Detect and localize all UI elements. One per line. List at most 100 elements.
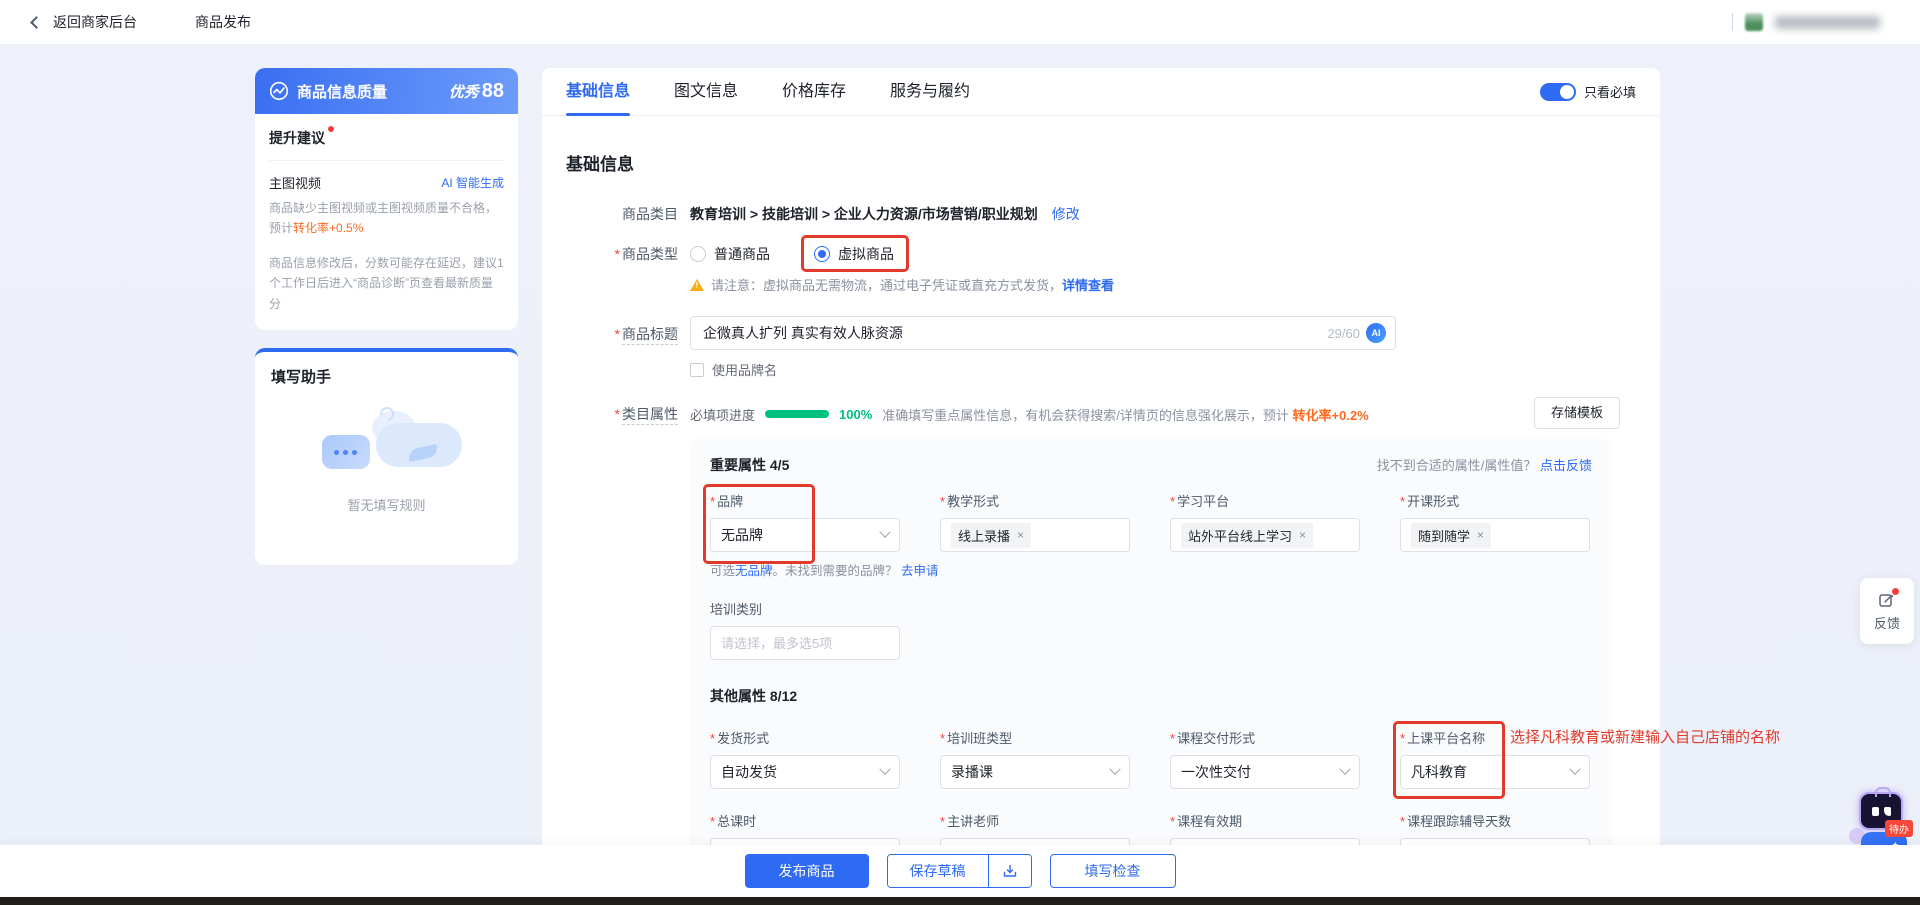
field-class-type: *培训班类型 录播课 <box>940 728 1130 789</box>
red-dot-badge <box>328 126 334 132</box>
bottom-dark-strip <box>0 897 1920 905</box>
topbar-divider <box>1732 13 1733 31</box>
learning-platform-label: *学习平台 <box>1170 491 1360 510</box>
save-template-button[interactable]: 存储模板 <box>1534 397 1620 429</box>
form-tabbar: 基础信息 图文信息 价格库存 服务与履约 只看必填 <box>542 68 1660 116</box>
back-chevron-icon[interactable] <box>30 16 43 29</box>
teacher-label: *主讲老师 <box>940 811 1130 830</box>
page-title: 商品发布 <box>195 12 251 32</box>
feedback-float-button[interactable]: 反馈 <box>1860 578 1914 644</box>
radio-virtual-product[interactable]: 虚拟商品 <box>814 244 894 264</box>
helper-empty-text: 暂无填写规则 <box>271 495 502 514</box>
quality-score: 优秀 88 <box>449 80 504 103</box>
chevron-down-icon <box>1569 764 1580 775</box>
progress-value: 100% <box>839 407 872 422</box>
back-to-merchant-link[interactable]: 返回商家后台 <box>53 12 137 32</box>
row-product-type: *商品类型 普通商品 虚拟商品 请注意：虚拟商品无需物流，通过电子凭证或直充 <box>566 243 1636 294</box>
footer-action-bar: 发布商品 保存草稿 填写检查 <box>0 845 1920 897</box>
warning-triangle-icon <box>690 279 704 291</box>
remove-tag-icon[interactable]: × <box>1017 528 1024 542</box>
selected-tag[interactable]: 随到随学× <box>1411 523 1491 548</box>
required-only-toggle[interactable] <box>1540 83 1576 101</box>
product-title-label: *商品标题 <box>566 316 678 379</box>
tab-basic-info[interactable]: 基础信息 <box>566 68 630 116</box>
quality-note: 商品信息修改后，分数可能存在延迟，建议1个工作日后进入“商品诊断”页查看最新质量… <box>269 253 504 314</box>
use-brand-name-label: 使用品牌名 <box>712 360 777 379</box>
field-brand: *品牌 无品牌 <box>710 491 900 552</box>
no-brand-link[interactable]: 无品牌 <box>735 564 773 578</box>
course-start-form-select[interactable]: 随到随学× <box>1400 518 1590 552</box>
feedback-label: 反馈 <box>1874 613 1900 632</box>
class-type-label: *培训班类型 <box>940 728 1130 747</box>
use-brand-name-checkbox[interactable] <box>690 363 704 377</box>
other-attrs-title: 其他属性 8/12 <box>710 686 1592 706</box>
toggle-knob <box>1560 85 1574 99</box>
save-tray-icon <box>1002 863 1018 879</box>
product-title-input[interactable] <box>690 316 1396 350</box>
advice-description: 商品缺少主图视频或主图视频质量不合格，预计转化率+0.5% <box>269 198 504 239</box>
tab-price-stock[interactable]: 价格库存 <box>782 68 846 116</box>
teaching-form-label: *教学形式 <box>940 491 1130 510</box>
progress-label: 必填项进度 <box>690 405 755 424</box>
radio-normal-product[interactable]: 普通商品 <box>690 244 770 264</box>
char-counter: 29/60 <box>1327 326 1360 341</box>
delivery-form-label: *发货形式 <box>710 728 900 747</box>
selected-tag[interactable]: 站外平台线上学习× <box>1181 523 1313 548</box>
product-form-card: 基础信息 图文信息 价格库存 服务与履约 只看必填 基础信息 商品类目 教育培训… <box>542 68 1660 905</box>
tab-image-text[interactable]: 图文信息 <box>674 68 738 116</box>
save-draft-icon-button[interactable] <box>989 855 1031 887</box>
product-type-label: *商品类型 <box>566 243 678 294</box>
save-draft-button[interactable]: 保存草稿 <box>888 855 988 887</box>
chevron-down-icon <box>1109 764 1120 775</box>
divider <box>269 160 504 161</box>
teaching-form-select[interactable]: 线上录播× <box>940 518 1130 552</box>
field-delivery-form: *发货形式 自动发货 <box>710 728 900 789</box>
ai-badge-icon[interactable]: AI <box>1366 323 1386 343</box>
class-type-select[interactable]: 录播课 <box>940 755 1130 789</box>
section-title-basic: 基础信息 <box>566 150 1636 175</box>
fill-check-button[interactable]: 填写检查 <box>1050 854 1176 888</box>
category-value: 教育培训 > 技能培训 > 企业人力资源/市场营销/职业规划修改 <box>690 203 1636 225</box>
robot-eye <box>1872 807 1879 816</box>
category-attrs-label: *类目属性 <box>566 403 678 425</box>
warning-detail-link[interactable]: 详情查看 <box>1062 278 1114 293</box>
course-start-form-label: *开课形式 <box>1400 491 1590 510</box>
feedback-click-link[interactable]: 点击反馈 <box>1540 458 1592 473</box>
todo-badge: 待办 <box>1885 820 1913 837</box>
category-label: 商品类目 <box>566 203 678 225</box>
chevron-down-icon <box>879 527 890 538</box>
remove-tag-icon[interactable]: × <box>1299 528 1306 542</box>
row-category-attrs: *类目属性 必填项进度 100% 准确填写重点属性信息，有机会获得搜索/详情页的… <box>566 403 1636 425</box>
radio-circle-checked[interactable] <box>814 246 830 262</box>
shop-name-blurred <box>1775 16 1880 29</box>
course-delivery-select[interactable]: 一次性交付 <box>1170 755 1360 789</box>
brand-select[interactable]: 无品牌 <box>710 518 900 552</box>
training-category-input[interactable] <box>710 626 900 660</box>
important-attrs-title: 重要属性 4/5 <box>710 455 789 475</box>
publish-button[interactable]: 发布商品 <box>745 854 869 888</box>
category-edit-link[interactable]: 修改 <box>1052 206 1080 222</box>
annotation-note-text: 选择凡科教育或新建输入自己店铺的名称 <box>1510 726 1780 747</box>
radio-circle-unchecked[interactable] <box>690 246 706 262</box>
apply-brand-link[interactable]: 去申请 <box>901 564 939 578</box>
course-delivery-label: *课程交付形式 <box>1170 728 1360 747</box>
ai-generate-link[interactable]: AI 智能生成 <box>441 174 504 191</box>
save-draft-group: 保存草稿 <box>887 854 1032 888</box>
virtual-product-warning: 请注意：虚拟商品无需物流，通过电子凭证或直充方式发货，详情查看 <box>690 275 1636 294</box>
topbar-account-area[interactable] <box>1732 13 1880 31</box>
remove-tag-icon[interactable]: × <box>1477 528 1484 542</box>
helper-title: 填写助手 <box>271 366 502 387</box>
chat-bubble-icon <box>322 435 370 469</box>
row-product-title: *商品标题 29/60 AI 使用品牌名 <box>566 316 1636 379</box>
quality-card: 商品信息质量 优秀 88 提升建议 主图视频 AI 智能生成 商品缺少主图视频或… <box>255 68 518 330</box>
advice-title: 提升建议 <box>269 128 325 148</box>
field-learning-platform: *学习平台 站外平台线上学习× <box>1170 491 1360 552</box>
learning-platform-select[interactable]: 站外平台线上学习× <box>1170 518 1360 552</box>
tab-service[interactable]: 服务与履约 <box>890 68 970 116</box>
chevron-down-icon <box>1339 764 1350 775</box>
progress-bar <box>765 410 829 418</box>
delivery-form-select[interactable]: 自动发货 <box>710 755 900 789</box>
field-course-delivery: *课程交付形式 一次性交付 <box>1170 728 1360 789</box>
selected-tag[interactable]: 线上录播× <box>951 523 1031 548</box>
class-platform-select[interactable]: 凡科教育 <box>1400 755 1590 789</box>
